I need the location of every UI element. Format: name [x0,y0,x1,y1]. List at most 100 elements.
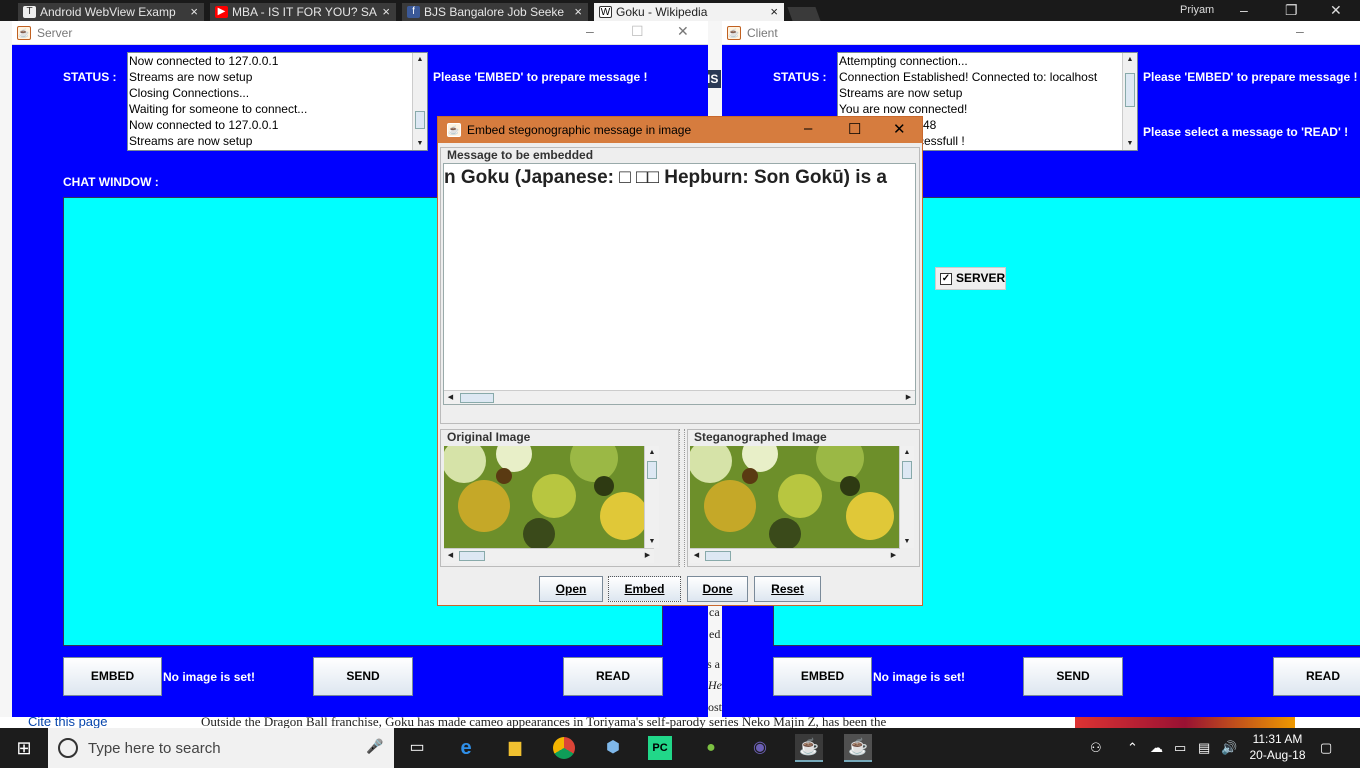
chrome-logo [553,736,575,759]
browser-tab-3[interactable]: f BJS Bangalore Job Seeke × [402,3,588,21]
people-icon[interactable]: ⚇ [1090,740,1102,756]
maximize-icon[interactable]: ☐ [631,23,644,40]
embed-dialog: ☕ Embed stegonographic message in image … [437,116,923,606]
android-studio-icon[interactable]: ● [697,734,725,762]
maximize-icon[interactable]: ☐ [848,120,861,138]
scroll-left-icon[interactable]: ◀ [690,549,703,563]
horizontal-scrollbar[interactable]: ◀ ▶ [690,548,900,563]
read-button[interactable]: READ [563,657,663,696]
send-button[interactable]: SEND [313,657,413,696]
server-status-log[interactable]: Now connected to 127.0.0.1 Streams are n… [127,52,428,151]
stego-image-title: Steganographed Image [694,430,827,444]
send-button[interactable]: SEND [1023,657,1123,696]
scroll-right-icon[interactable]: ▶ [887,549,900,563]
checkmark-icon[interactable]: ✓ [940,273,952,285]
scroll-thumb[interactable] [460,393,494,403]
done-button[interactable]: Done [687,576,748,602]
scroll-left-icon[interactable]: ◀ [444,391,457,404]
browser-tab-2[interactable]: ▶ MBA - IS IT FOR YOU? SA × [210,3,396,21]
restore-icon[interactable]: ❐ [1285,2,1298,19]
scroll-thumb[interactable] [705,551,731,561]
taskbar-search-box[interactable]: Type here to search 🎤 [48,728,394,768]
dialog-titlebar: ☕ Embed stegonographic message in image … [438,117,922,143]
original-image-view[interactable]: ▲ ▼ ◀ ▶ [444,446,669,563]
message-text-area[interactable]: n Goku (Japanese: □ □□ Hepburn: Son Gokū… [443,163,916,405]
scroll-right-icon[interactable]: ▶ [641,549,654,563]
wiki-text-fragment: ost [708,700,723,714]
eclipse-icon[interactable]: ◉ [746,734,774,762]
close-tab-icon[interactable]: × [190,3,198,21]
clock[interactable]: 11:31 AM 20-Aug-18 [1245,731,1310,763]
virtualbox-icon[interactable]: ⬢ [599,734,627,762]
close-tab-icon[interactable]: × [770,3,778,21]
scroll-thumb[interactable] [459,551,485,561]
vertical-scrollbar[interactable]: ▲ ▼ [412,53,427,150]
close-icon[interactable]: ✕ [1330,2,1342,19]
reset-button[interactable]: Reset [754,576,821,602]
microphone-icon[interactable]: 🎤 [366,738,383,755]
minimize-icon[interactable]: – [1296,23,1304,39]
minimize-icon[interactable]: – [1240,2,1248,18]
no-image-label: No image is set! [163,670,256,684]
embed-button[interactable]: Embed [608,576,681,602]
open-button[interactable]: Open [539,576,603,602]
new-tab-button[interactable] [787,7,821,21]
vertical-scrollbar[interactable]: ▲ ▼ [1122,53,1137,150]
read-button[interactable]: READ [1273,657,1360,696]
scroll-up-icon[interactable]: ▲ [413,53,427,66]
vertical-scrollbar[interactable]: ▲ ▼ [644,446,659,548]
onedrive-icon[interactable]: ☁ [1150,740,1163,756]
cite-link[interactable]: Cite this page [28,717,108,728]
vertical-scrollbar[interactable]: ▲ ▼ [899,446,914,548]
java-app-icon[interactable]: ☕ [795,734,823,762]
embed-button[interactable]: EMBED [773,657,872,696]
dialog-title: Embed stegonographic message in image [467,123,692,137]
embed-button[interactable]: EMBED [63,657,162,696]
file-explorer-icon[interactable]: ▆ [501,734,529,762]
wiki-text-fragment: ed [709,627,721,641]
browser-tab-1[interactable]: T Android WebView Examp × [18,3,204,21]
scroll-thumb[interactable] [902,461,912,479]
split-divider[interactable] [679,429,685,567]
scroll-thumb[interactable] [415,111,425,129]
close-icon[interactable]: ✕ [893,120,906,138]
scroll-down-icon[interactable]: ▼ [413,137,427,150]
checkbox-label: SERVER [956,271,1006,285]
stego-image-view[interactable]: ▲ ▼ ◀ ▶ [690,446,918,563]
battery-icon[interactable]: ▭ [1174,740,1186,756]
close-tab-icon[interactable]: × [574,3,582,21]
scroll-left-icon[interactable]: ◀ [444,549,457,563]
cortana-icon [58,738,78,758]
scroll-down-icon[interactable]: ▼ [645,535,659,548]
volume-icon[interactable]: 🔊 [1221,740,1237,756]
scroll-right-icon[interactable]: ▶ [902,391,915,404]
horizontal-scrollbar[interactable]: ◀ ▶ [444,548,654,563]
status-label: STATUS : [773,70,827,84]
scroll-thumb[interactable] [647,461,657,479]
youtube-icon: ▶ [215,6,228,18]
horizontal-scrollbar[interactable]: ◀ ▶ [444,390,915,404]
java-app-icon[interactable]: ☕ [844,734,872,762]
scroll-up-icon[interactable]: ▲ [645,446,659,459]
browser-tab-4[interactable]: W Goku - Wikipedia × [594,3,784,21]
chevron-up-icon[interactable]: ⌃ [1127,740,1138,756]
status-line: Waiting for someone to connect... [129,102,308,116]
scroll-down-icon[interactable]: ▼ [900,535,914,548]
scroll-up-icon[interactable]: ▲ [900,446,914,459]
scroll-thumb[interactable] [1125,73,1135,107]
server-checkbox[interactable]: ✓ SERVER [935,267,1006,290]
edge-icon[interactable]: e [452,734,480,762]
close-tab-icon[interactable]: × [382,3,390,21]
pycharm-icon[interactable]: PC [648,736,672,760]
scroll-up-icon[interactable]: ▲ [1123,53,1137,66]
minimize-icon[interactable]: – [804,120,812,137]
task-view-icon[interactable]: ▭ [403,734,431,762]
network-icon[interactable]: ▤ [1198,740,1210,756]
close-icon[interactable]: ✕ [677,23,689,40]
scroll-down-icon[interactable]: ▼ [1123,137,1137,150]
notifications-icon[interactable]: ▢ [1320,740,1332,756]
minimize-icon[interactable]: – [586,23,594,39]
chrome-icon[interactable] [550,734,578,762]
windows-start-icon[interactable]: ⊞ [10,734,38,762]
profile-name[interactable]: Priyam [1180,4,1214,16]
